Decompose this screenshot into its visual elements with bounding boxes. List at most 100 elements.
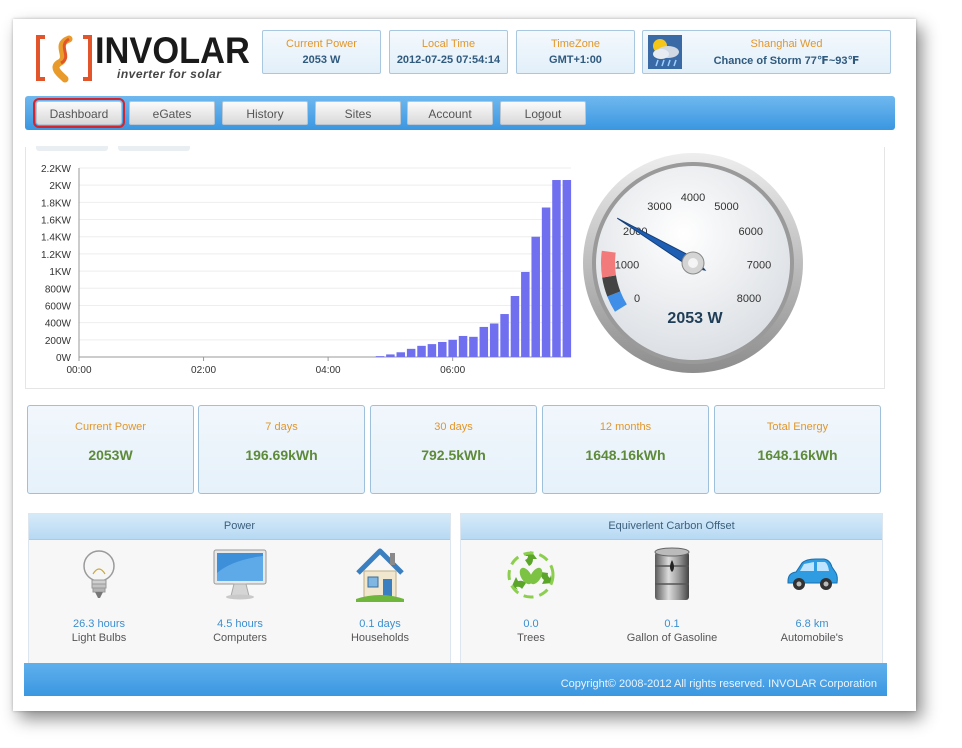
list-item: 6.8 km Automobile's <box>752 544 872 644</box>
item-value: 0.1 days <box>359 618 401 630</box>
gauge-band-red <box>601 250 617 278</box>
chart-bar <box>500 314 509 357</box>
gauge-tick-label: 5000 <box>714 201 738 213</box>
item-label: Automobile's <box>780 632 844 644</box>
weather-forecast: Chance of Storm 77℉~93℉ <box>713 55 860 67</box>
nav-account-button[interactable]: Account <box>407 101 493 125</box>
item-label: Light Bulbs <box>71 632 127 644</box>
stat-label: 7 days <box>265 421 298 433</box>
carbon-offset-panel: Equiverlent Carbon Offset 0.0 Trees 0.1 … <box>460 513 883 665</box>
chart-bar <box>562 180 572 357</box>
gauge-tick-label: 3000 <box>647 201 671 213</box>
x-tick-label: 02:00 <box>191 365 216 376</box>
stat-value: 792.5kWh <box>421 447 486 463</box>
gauge-tick-label: 0 <box>634 293 640 305</box>
house-icon <box>356 548 404 602</box>
chart-bar <box>375 356 385 358</box>
item-value: 4.5 hours <box>217 618 263 630</box>
storm-weather-icon <box>648 35 682 69</box>
y-tick-label: 200W <box>45 336 72 347</box>
panel-title: Power <box>29 514 450 540</box>
list-item: 0.1 days Households <box>320 544 440 644</box>
nav-logout-button[interactable]: Logout <box>500 101 586 125</box>
local-time-label: Local Time <box>421 38 476 50</box>
current-power-value: 2053 W <box>302 54 341 66</box>
list-item: 4.5 hours Computers <box>180 544 300 644</box>
stat-label: Current Power <box>75 421 146 433</box>
stat-total-energy: Total Energy 1648.16kWh <box>714 405 881 494</box>
light-bulb-icon <box>83 550 115 598</box>
y-tick-label: 1.4KW <box>41 233 72 244</box>
computer-icon <box>213 549 267 600</box>
item-value: 0.0 <box>523 618 539 630</box>
item-value: 26.3 hours <box>73 618 125 630</box>
chart-bar <box>531 236 540 357</box>
chart-bar <box>489 323 499 357</box>
y-tick-label: 2.2KW <box>41 164 72 175</box>
gauge-tick-label: 6000 <box>738 226 762 238</box>
chart-bar <box>479 326 489 357</box>
nav-sites-button[interactable]: Sites <box>315 101 401 125</box>
item-label: Computers <box>213 632 267 644</box>
nav-history-button[interactable]: History <box>222 101 308 125</box>
timezone-box: TimeZone GMT+1:00 <box>516 30 635 74</box>
current-power-label: Current Power <box>286 38 357 50</box>
car-icon <box>787 558 838 590</box>
y-tick-label: 1.2KW <box>41 250 72 261</box>
gauge-tick-label: 1000 <box>615 260 639 272</box>
gauge-band-blue <box>607 291 627 312</box>
item-label: Gallon of Gasoline <box>626 632 718 644</box>
nav-dashboard-button[interactable]: Dashboard <box>33 98 125 128</box>
chart-bar <box>521 271 530 357</box>
y-tick-label: 600W <box>45 301 72 312</box>
item-label: Households <box>350 632 410 644</box>
power-chart-panel: 0W 200W 400W 600W 800W 1KW 1.2KW 1.4KW 1.6KW 1.8K… <box>25 146 885 389</box>
timezone-label: TimeZone <box>550 38 601 50</box>
power-bar-chart: 0W 200W 400W 600W 800W 1KW 1.2KW 1.4KW 1.6KW 1.8K… <box>41 164 572 376</box>
logo-mark-icon <box>36 35 92 83</box>
nav-egates-button[interactable]: eGates <box>129 101 215 125</box>
gauge-tick-label: 8000 <box>737 293 761 305</box>
stat-value: 1648.16kWh <box>757 447 838 463</box>
y-tick-label: 400W <box>45 319 72 330</box>
chart-bar <box>552 180 561 357</box>
stat-label: 30 days <box>434 421 473 433</box>
weather-location: Shanghai Wed <box>750 38 823 50</box>
list-item: 26.3 hours Light Bulbs <box>39 544 159 644</box>
y-tick-label: 0W <box>56 353 72 364</box>
chart-bar <box>448 339 457 357</box>
copyright-text: Copyright© 2008-2012 All rights reserved… <box>560 678 877 690</box>
stat-12-months: 12 months 1648.16kWh <box>542 405 709 494</box>
page-container: INVOLAR inverter for solar Current Power… <box>13 19 916 711</box>
stat-label: 12 months <box>599 421 652 433</box>
y-tick-label: 800W <box>45 284 72 295</box>
gauge-tick-label: 4000 <box>681 192 705 204</box>
gauge-band-dark <box>602 275 621 297</box>
panel-title: Equiverlent Carbon Offset <box>461 514 882 540</box>
brand-tagline: inverter for solar <box>117 67 222 81</box>
weather-box: Shanghai Wed Chance of Storm 77℉~93℉ <box>642 30 891 74</box>
chart-bar <box>510 296 520 357</box>
stat-current-power: Current Power 2053W <box>27 405 194 494</box>
gauge-hub-center <box>688 258 698 268</box>
chart-bar <box>417 345 426 357</box>
chart-bar <box>386 354 395 357</box>
local-time-box: Local Time 2012-07-25 07:54:14 <box>389 30 508 74</box>
chart-bar <box>406 348 416 357</box>
list-item: 0.1 Gallon of Gasoline <box>612 544 732 644</box>
brand-name: INVOLAR <box>95 30 250 71</box>
involar-logo[interactable]: INVOLAR inverter for solar <box>35 31 250 89</box>
list-item: 0.0 Trees <box>471 544 591 644</box>
stat-label: Total Energy <box>766 421 829 433</box>
y-tick-label: 2KW <box>49 181 71 192</box>
chart-bar <box>396 352 406 357</box>
y-tick-label: 1.8KW <box>41 198 72 209</box>
item-value: 0.1 <box>664 618 680 630</box>
local-time-value: 2012-07-25 07:54:14 <box>396 54 501 66</box>
stat-value: 1648.16kWh <box>585 447 666 463</box>
gauge-tick-label: 7000 <box>747 260 771 272</box>
chart-bar <box>438 341 447 357</box>
item-value: 6.8 km <box>795 618 829 630</box>
stat-30-days: 30 days 792.5kWh <box>370 405 537 494</box>
power-equivalents-panel: Power 26.3 hours Light Bulbs 4.5 hours C… <box>28 513 451 665</box>
